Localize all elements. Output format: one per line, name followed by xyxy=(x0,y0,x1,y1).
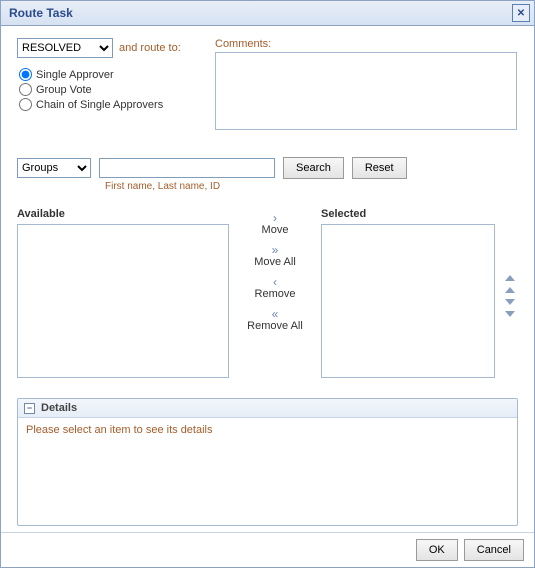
details-body: Please select an item to see its details xyxy=(18,418,517,442)
move-up-button[interactable] xyxy=(505,287,515,293)
status-route-row: RESOLVED and route to: xyxy=(17,38,197,58)
radio-single-approver-input[interactable] xyxy=(19,68,32,81)
details-empty-text: Please select an item to see its details xyxy=(26,424,212,436)
dual-list: Available › Move » Move All ‹ Remove « xyxy=(17,208,518,384)
approver-mode-radios: Single Approver Group Vote Chain of Sing… xyxy=(19,68,197,111)
reorder-column xyxy=(505,208,515,384)
status-select[interactable]: RESOLVED xyxy=(17,38,113,58)
reset-button[interactable]: Reset xyxy=(352,157,407,179)
radio-chain-approvers-input[interactable] xyxy=(19,98,32,111)
chevron-left-icon: ‹ xyxy=(273,276,277,288)
move-all-button[interactable]: » Move All xyxy=(254,244,296,268)
comments-column: Comments: xyxy=(215,38,518,133)
collapse-icon: − xyxy=(24,403,35,414)
dialog-route-task: Route Task ✕ RESOLVED and route to: Sing… xyxy=(0,0,535,568)
radio-chain-approvers[interactable]: Chain of Single Approvers xyxy=(19,98,197,111)
search-button[interactable]: Search xyxy=(283,157,344,179)
selected-label: Selected xyxy=(321,208,495,220)
radio-group-vote-input[interactable] xyxy=(19,83,32,96)
radio-single-approver[interactable]: Single Approver xyxy=(19,68,197,81)
selected-listbox[interactable] xyxy=(321,224,495,378)
ok-button[interactable]: OK xyxy=(416,539,458,561)
selected-column: Selected xyxy=(321,208,495,378)
available-listbox[interactable] xyxy=(17,224,229,378)
search-input[interactable] xyxy=(99,158,275,178)
move-label: Move xyxy=(262,224,289,236)
titlebar: Route Task ✕ xyxy=(1,1,534,26)
move-top-button[interactable] xyxy=(505,275,515,281)
move-button[interactable]: › Move xyxy=(262,212,289,236)
search-scope-select[interactable]: Groups xyxy=(17,158,91,178)
dialog-footer: OK Cancel xyxy=(1,532,534,567)
dialog-title: Route Task xyxy=(5,6,512,20)
radio-group-vote[interactable]: Group Vote xyxy=(19,83,197,96)
available-column: Available xyxy=(17,208,229,378)
comments-label: Comments: xyxy=(215,38,518,50)
move-bottom-button[interactable] xyxy=(505,311,515,317)
top-row: RESOLVED and route to: Single Approver G… xyxy=(17,38,518,133)
routing-left-column: RESOLVED and route to: Single Approver G… xyxy=(17,38,197,133)
move-all-label: Move All xyxy=(254,256,296,268)
chevron-right-icon: › xyxy=(273,212,277,224)
move-down-button[interactable] xyxy=(505,299,515,305)
double-chevron-right-icon: » xyxy=(272,244,279,256)
search-hint: First name, Last name, ID xyxy=(105,181,518,192)
close-button[interactable]: ✕ xyxy=(512,4,530,22)
radio-single-approver-label: Single Approver xyxy=(36,69,114,81)
and-route-to-label: and route to: xyxy=(119,42,181,54)
radio-chain-approvers-label: Chain of Single Approvers xyxy=(36,99,163,111)
available-label: Available xyxy=(17,208,229,220)
cancel-button[interactable]: Cancel xyxy=(464,539,524,561)
remove-label: Remove xyxy=(255,288,296,300)
details-panel: − Details Please select an item to see i… xyxy=(17,398,518,526)
comments-textarea[interactable] xyxy=(215,52,517,130)
close-icon: ✕ xyxy=(517,8,525,19)
move-buttons-column: › Move » Move All ‹ Remove « Remove All xyxy=(239,208,311,338)
remove-all-label: Remove All xyxy=(247,320,303,332)
details-title: Details xyxy=(41,402,77,414)
dialog-body: RESOLVED and route to: Single Approver G… xyxy=(1,26,534,526)
search-row: Groups Search Reset xyxy=(17,157,518,179)
remove-button[interactable]: ‹ Remove xyxy=(255,276,296,300)
details-header[interactable]: − Details xyxy=(18,399,517,418)
double-chevron-left-icon: « xyxy=(272,308,279,320)
radio-group-vote-label: Group Vote xyxy=(36,84,92,96)
remove-all-button[interactable]: « Remove All xyxy=(247,308,303,332)
